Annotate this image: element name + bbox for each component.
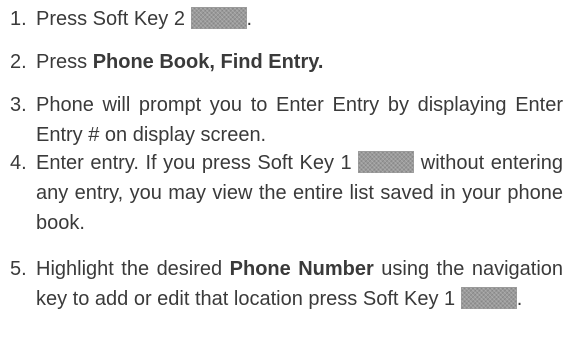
step-2: 2. Press Phone Book, Find Entry. xyxy=(10,47,563,77)
step-1: 1. Press Soft Key 2 . xyxy=(10,4,563,34)
step-text-after: . xyxy=(246,8,253,30)
step-text-after: . xyxy=(516,288,523,310)
step-text-before: Highlight the desired xyxy=(36,258,230,280)
step-number: 3. xyxy=(10,94,27,116)
instruction-list: 1. Press Soft Key 2 . 2. Press Phone Boo… xyxy=(0,0,568,344)
soft-key-2-icon xyxy=(190,7,247,29)
step-text: Press Soft Key 2 . xyxy=(10,4,563,34)
step-number: 5. xyxy=(10,258,27,280)
soft-key-1-icon xyxy=(358,151,415,173)
step-text: Highlight the desired Phone Number using… xyxy=(10,254,563,314)
soft-key-1-icon xyxy=(460,287,517,309)
step-4: 4. Enter entry. If you press Soft Key 1 … xyxy=(10,148,563,238)
step-bold-text: Phone Book, Find Entry. xyxy=(92,51,324,73)
step-5: 5. Highlight the desired Phone Number us… xyxy=(10,254,563,314)
step-text: Phone will prompt you to Enter Entry by … xyxy=(36,94,563,146)
step-text-before: Press xyxy=(36,51,93,73)
step-number: 2. xyxy=(10,51,27,73)
step-3: 3. Phone will prompt you to Enter Entry … xyxy=(10,90,563,150)
step-text: Press Phone Book, Find Entry. xyxy=(10,47,563,77)
step-text-before: Press Soft Key 2 xyxy=(36,8,185,30)
step-bold-text: Phone Number xyxy=(229,258,374,280)
step-text: Enter entry. If you press Soft Key 1 wit… xyxy=(10,148,563,238)
step-number: 1. xyxy=(10,8,27,30)
step-text-before: Enter entry. If you press Soft Key 1 xyxy=(36,152,352,174)
step-number: 4. xyxy=(10,152,27,174)
